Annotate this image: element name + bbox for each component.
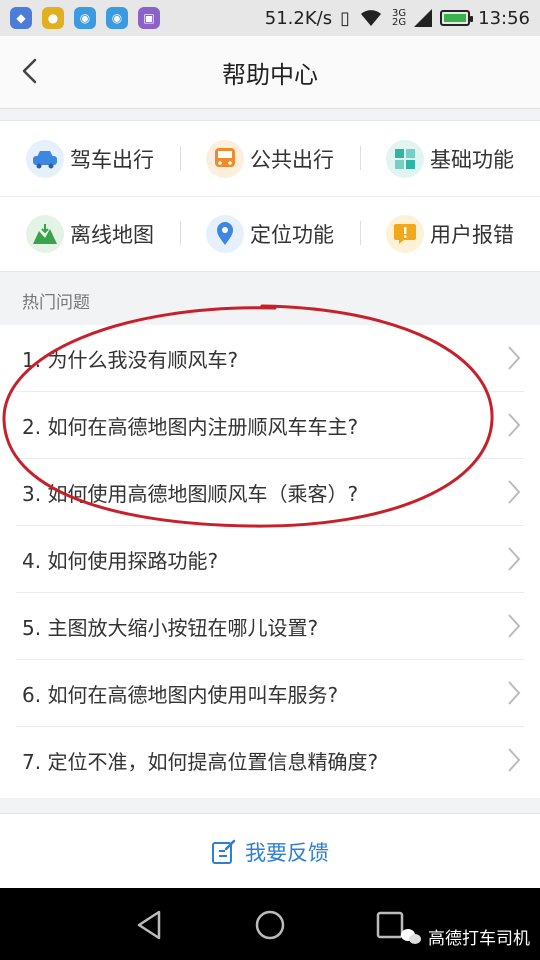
category-driving[interactable]: 驾车出行 xyxy=(0,121,180,196)
divider xyxy=(180,146,181,170)
app-icon: ● xyxy=(42,7,64,29)
question-text: 7. 定位不准，如何提高位置信息精确度? xyxy=(22,750,379,774)
signal-icon xyxy=(414,9,433,27)
message-icon: ◉ xyxy=(106,7,128,29)
question-text: 6. 如何在高德地图内使用叫车服务? xyxy=(22,683,339,707)
nav-home-button[interactable] xyxy=(253,908,287,942)
navigation-bar: 高德打车司机 xyxy=(0,888,540,960)
battery-icon xyxy=(440,10,474,26)
watermark: 高德打车司机 xyxy=(400,924,530,949)
network-type: 3G 2G xyxy=(392,8,407,28)
nav-back-button[interactable] xyxy=(133,908,167,942)
question-text: 5. 主图放大缩小按钮在哪儿设置? xyxy=(22,616,319,640)
notification-icons: ◆ ● ◉ ◉ ▣ xyxy=(10,7,160,29)
category-label: 基础功能 xyxy=(430,147,514,172)
offline-map-icon xyxy=(26,214,64,253)
question-text: 3. 如何使用高德地图顺风车（乘客）? xyxy=(22,482,359,506)
warning-icon xyxy=(386,214,424,253)
clock: 13:56 xyxy=(478,7,530,29)
hot-questions-list: 1. 为什么我没有顺风车? 2. 如何在高德地图内注册顺风车车主? 3. 如何使… xyxy=(0,325,540,798)
feedback-button[interactable]: 我要反馈 xyxy=(0,813,540,889)
network-speed: 51.2K/s xyxy=(264,7,333,29)
category-label: 公共出行 xyxy=(250,147,334,172)
page-title: 帮助中心 xyxy=(222,60,318,89)
home-circle-icon xyxy=(255,910,285,940)
location-pin-icon xyxy=(206,214,244,253)
divider xyxy=(360,221,361,245)
divider xyxy=(360,146,361,170)
question-item[interactable]: 1. 为什么我没有顺风车? xyxy=(0,325,540,392)
vibrate-icon: ▯ xyxy=(340,7,350,29)
triangle-back-icon xyxy=(137,910,161,940)
chevron-right-icon xyxy=(508,480,521,504)
category-label: 驾车出行 xyxy=(70,147,154,172)
chevron-left-icon xyxy=(22,58,37,84)
category-label: 用户报错 xyxy=(430,222,514,247)
category-label: 定位功能 xyxy=(250,222,334,247)
category-location[interactable]: 定位功能 xyxy=(180,196,360,271)
chevron-right-icon xyxy=(508,614,521,638)
hot-questions-title: 热门问题 xyxy=(22,293,90,313)
category-grid: 驾车出行 公共出行 基础功能 离线地图 定位功能 用户报错 xyxy=(0,120,540,272)
app-header: 帮助中心 xyxy=(0,36,540,109)
chevron-right-icon xyxy=(508,413,521,437)
chevron-right-icon xyxy=(508,547,521,571)
chevron-right-icon xyxy=(508,748,521,772)
question-text: 1. 为什么我没有顺风车? xyxy=(22,348,239,372)
chat-icon: ◉ xyxy=(74,7,96,29)
feedback-label: 我要反馈 xyxy=(245,840,329,865)
question-item[interactable]: 3. 如何使用高德地图顺风车（乘客）? xyxy=(0,459,540,526)
category-user-report[interactable]: 用户报错 xyxy=(360,196,540,271)
chevron-right-icon xyxy=(508,681,521,705)
category-public-transit[interactable]: 公共出行 xyxy=(180,121,360,196)
car-icon xyxy=(26,139,64,178)
shield-icon: ◆ xyxy=(10,7,32,29)
image-icon: ▣ xyxy=(138,7,160,29)
question-item[interactable]: 4. 如何使用探路功能? xyxy=(0,526,540,593)
back-button[interactable] xyxy=(16,56,46,86)
status-bar: ◆ ● ◉ ◉ ▣ 51.2K/s ▯ 3G 2G 13:56 xyxy=(0,0,540,36)
grid-icon xyxy=(386,139,424,178)
bus-icon xyxy=(206,139,244,178)
question-item[interactable]: 5. 主图放大缩小按钮在哪儿设置? xyxy=(0,593,540,660)
watermark-text: 高德打车司机 xyxy=(428,929,530,949)
question-text: 2. 如何在高德地图内注册顺风车车主? xyxy=(22,415,359,439)
wechat-icon xyxy=(401,928,421,944)
divider xyxy=(0,196,540,197)
chevron-right-icon xyxy=(508,346,521,370)
category-offline-map[interactable]: 离线地图 xyxy=(0,196,180,271)
category-label: 离线地图 xyxy=(70,222,154,247)
edit-icon xyxy=(212,839,236,864)
category-basic-functions[interactable]: 基础功能 xyxy=(360,121,540,196)
recents-square-icon xyxy=(376,911,404,939)
question-item[interactable]: 2. 如何在高德地图内注册顺风车车主? xyxy=(0,392,540,459)
divider xyxy=(180,221,181,245)
question-item[interactable]: 7. 定位不准，如何提高位置信息精确度? xyxy=(0,727,540,794)
question-text: 4. 如何使用探路功能? xyxy=(22,549,219,573)
wifi-icon xyxy=(361,10,381,26)
question-item[interactable]: 6. 如何在高德地图内使用叫车服务? xyxy=(0,660,540,727)
